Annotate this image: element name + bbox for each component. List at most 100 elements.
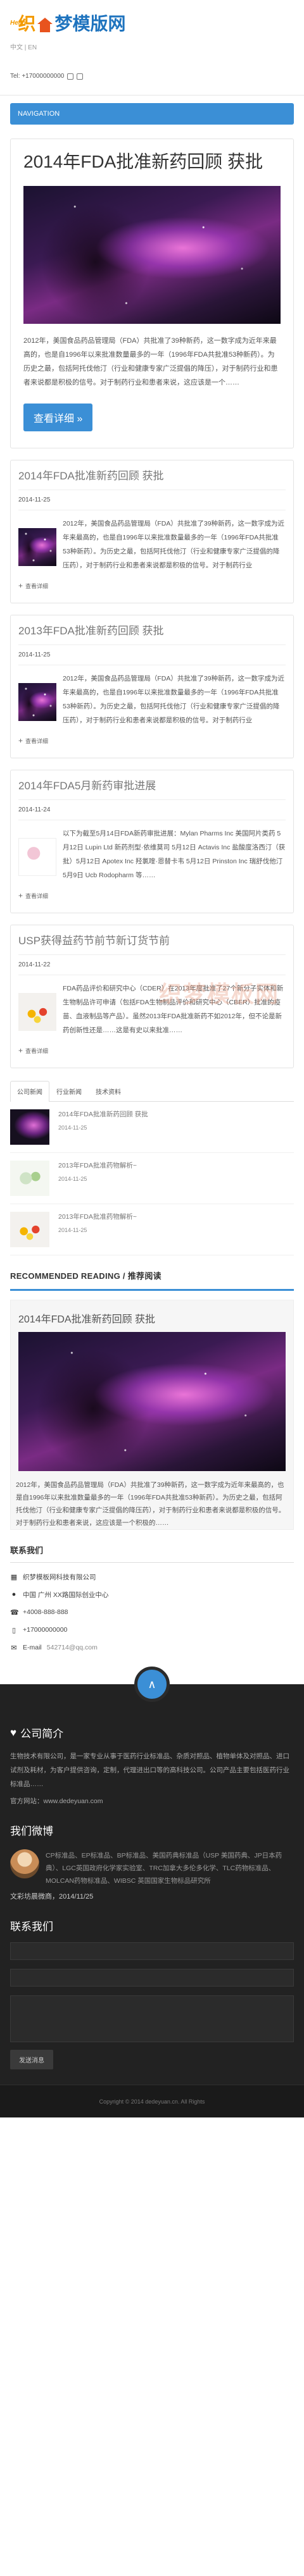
map-pin-icon: ● — [11, 1591, 16, 1598]
company-name: 织梦模板网科技有限公司 — [23, 1573, 96, 1581]
post-date: 2014-11-22 — [18, 961, 51, 968]
back-to-top-button[interactable]: ∧ — [134, 1667, 170, 1702]
post-excerpt: 2012年，美国食品药品管理局（FDA）共批准了39种新药，这一数字成为近年来最… — [63, 675, 285, 724]
post-excerpt: 以下为截至5月14日FDA新药审批进展：Mylan Pharms Inc 美国阿… — [63, 830, 286, 879]
mail-icon: ✉ — [11, 1644, 17, 1652]
read-more-link[interactable]: 查看详细 — [18, 581, 286, 590]
site-link[interactable]: www.dedeyuan.com — [44, 1797, 103, 1805]
post-title[interactable]: 2014年FDA5月新药审批进展 — [18, 779, 286, 793]
avatar[interactable] — [10, 1849, 39, 1878]
item-title[interactable]: 2013年FDA批准药物解析~ — [58, 1212, 137, 1222]
read-more-link[interactable]: 查看详细 — [18, 736, 286, 745]
divider — [18, 644, 286, 645]
recommended-heading: RECOMMENDED READING / 推荐阅读 — [10, 1271, 162, 1281]
read-more-link[interactable]: 查看详细 — [18, 891, 286, 900]
contact-email: ✉ E-mail 542714@qq.com — [10, 1639, 294, 1656]
navigation-toggle[interactable]: NAVIGATION — [10, 103, 294, 125]
email-field[interactable] — [10, 1969, 294, 1987]
featured-title[interactable]: 2014年FDA批准新药回顾 获批 — [23, 149, 281, 175]
featured-post: 2014年FDA批准新药回顾 获批 2012年，美国食品药品管理局（FDA）共批… — [10, 139, 294, 448]
item-thumbnail — [10, 1212, 49, 1247]
weibo-post: CP标准品、EP标准品、BP标准品、美国药典标准品（USP 美国药典、JP日本药… — [10, 1849, 294, 1887]
divider — [0, 95, 304, 96]
logo-text-2: 梦模版网 — [54, 14, 126, 34]
tel-text: +4008-888-888 — [23, 1608, 68, 1616]
list-item[interactable]: 2014年FDA批准新药回顾 获批 2014-11-25 — [10, 1102, 294, 1153]
contact-mobile: ▯ +17000000000 — [10, 1621, 294, 1639]
qq-icon[interactable] — [77, 73, 84, 80]
phone-icon: ☎ — [10, 1608, 19, 1617]
item-date: 2014-11-25 — [58, 1125, 87, 1131]
recommended-post: 2014年FDA批准新药回顾 获批 2012年，美国食品药品管理局（FDA）共批… — [10, 1300, 294, 1530]
weibo-icon[interactable] — [67, 73, 74, 80]
recommended-title[interactable]: 2014年FDA批准新药回顾 获批 — [11, 1300, 293, 1332]
mobile-icon: ▯ — [11, 1626, 16, 1634]
item-title[interactable]: 2013年FDA批准药物解析~ — [58, 1161, 137, 1171]
item-thumbnail — [10, 1161, 49, 1196]
contact-company: ▦ 织梦模板网科技有限公司 — [10, 1568, 294, 1586]
read-more-link[interactable]: 查看详细 — [18, 1046, 286, 1055]
post-card: USP获得益药节前节新订货节前 2014-11-22 FDA药品评价和研究中心（… — [10, 925, 294, 1068]
official-site: 官方网站：www.dedeyuan.com — [10, 1796, 294, 1806]
name-field[interactable] — [10, 1942, 294, 1960]
recommended-excerpt: 2012年，美国食品药品管理局（FDA）共批准了39种新药，这一数字成为近年来最… — [16, 1481, 286, 1527]
copyright: Copyright © 2014 dedeyuan.cn. All Rights — [0, 2085, 304, 2117]
post-date: 2014-11-24 — [18, 806, 51, 813]
post-thumbnail[interactable] — [18, 993, 56, 1031]
post-thumbnail[interactable] — [18, 683, 56, 721]
list-item[interactable]: 2013年FDA批准药物解析~ 2014-11-25 — [10, 1204, 294, 1255]
site-logo[interactable]: Hello 织 梦模版网 — [10, 6, 294, 39]
post-title[interactable]: USP获得益药节前节新订货节前 — [18, 934, 286, 948]
mobile-text: +17000000000 — [23, 1626, 68, 1634]
list-item[interactable]: 2013年FDA批准药物解析~ 2014-11-25 — [10, 1153, 294, 1204]
post-excerpt: FDA药品评价和研究中心（CDER）在2013年度批准了27个新分子实体和新生物… — [63, 985, 284, 1034]
item-thumbnail — [10, 1109, 49, 1145]
site-header: Hello 织 梦模版网 中文 | EN Tel: +17000000000 — [0, 0, 304, 80]
contact-section: 联系我们 ▦ 织梦模板网科技有限公司 ● 中国 广州 XX路国际创业中心 ☎ +400… — [10, 1544, 294, 1656]
address-text: 中国 广州 XX路国际创业中心 — [23, 1591, 109, 1599]
news-tabs: 公司新闻 行业新闻 技术资料 2014年FDA批准新药回顾 获批 2014-11… — [10, 1081, 294, 1255]
post-card: 2014年FDA批准新药回顾 获批 2014-11-25 2012年，美国食品药… — [10, 460, 294, 603]
accent-divider — [10, 1289, 294, 1291]
language-switch[interactable]: 中文 | EN — [10, 42, 294, 51]
header-contact: Tel: +17000000000 — [10, 73, 294, 80]
recommended-image[interactable] — [18, 1332, 286, 1471]
item-date: 2014-11-25 — [58, 1227, 87, 1233]
weibo-heading: 我们微博 — [10, 1825, 53, 1837]
tab-tech-docs[interactable]: 技术资料 — [89, 1081, 128, 1101]
tab-industry-news[interactable]: 行业新闻 — [49, 1081, 89, 1101]
about-heading-text: 公司简介 — [20, 1728, 64, 1740]
item-title[interactable]: 2014年FDA批准新药回顾 获批 — [58, 1109, 148, 1119]
post-thumbnail[interactable] — [18, 838, 56, 876]
tab-company-news[interactable]: 公司新闻 — [10, 1081, 49, 1102]
heart-icon: ♥ — [10, 1726, 17, 1739]
chevron-up-icon: ∧ — [148, 1677, 156, 1691]
navigation-label: NAVIGATION — [18, 110, 60, 118]
item-date: 2014-11-25 — [58, 1176, 87, 1182]
contact-address: ● 中国 广州 XX路国际创业中心 — [10, 1586, 294, 1603]
tab-bar: 公司新闻 行业新闻 技术资料 — [10, 1081, 294, 1102]
post-card: 2013年FDA批准新药回顾 获批 2014-11-25 2012年，美国食品药… — [10, 615, 294, 758]
house-icon — [37, 18, 53, 33]
weibo-author[interactable]: 文彩坊晨微商，2014/11/25 — [10, 1891, 294, 1901]
email-label: E-mail — [23, 1644, 42, 1651]
post-title[interactable]: 2014年FDA批准新药回顾 获批 — [18, 469, 286, 483]
divider — [10, 1562, 294, 1563]
about-text: 生物技术有限公司，是一家专业从事于医药行业标准品、杂质对照品、植物单体及对照品、… — [10, 1753, 289, 1788]
email-text[interactable]: 542714@qq.com — [47, 1644, 98, 1651]
contact-tel: ☎ +4008-888-888 — [10, 1603, 294, 1621]
message-textarea[interactable] — [10, 1995, 294, 2042]
site-footer: ∧ ♥ 公司简介 生物技术有限公司，是一家专业从事于医药行业标准品、杂质对照品、植… — [0, 1667, 304, 2085]
featured-image[interactable] — [23, 186, 281, 324]
post-title[interactable]: 2013年FDA批准新药回顾 获批 — [18, 624, 286, 638]
read-more-button[interactable]: 查看详细 » — [23, 404, 93, 431]
submit-button[interactable]: 发送消息 — [10, 2050, 53, 2069]
post-date: 2014-11-25 — [18, 651, 51, 658]
phone-text: Tel: +17000000000 — [10, 73, 65, 80]
form-heading: 联系我们 — [10, 1921, 53, 1933]
building-icon: ▦ — [10, 1573, 18, 1581]
post-thumbnail[interactable] — [18, 528, 56, 566]
post-date: 2014-11-25 — [18, 496, 51, 503]
post-excerpt: 2012年，美国食品药品管理局（FDA）共批准了39种新药，这一数字成为近年来最… — [63, 520, 285, 569]
divider — [18, 954, 286, 955]
